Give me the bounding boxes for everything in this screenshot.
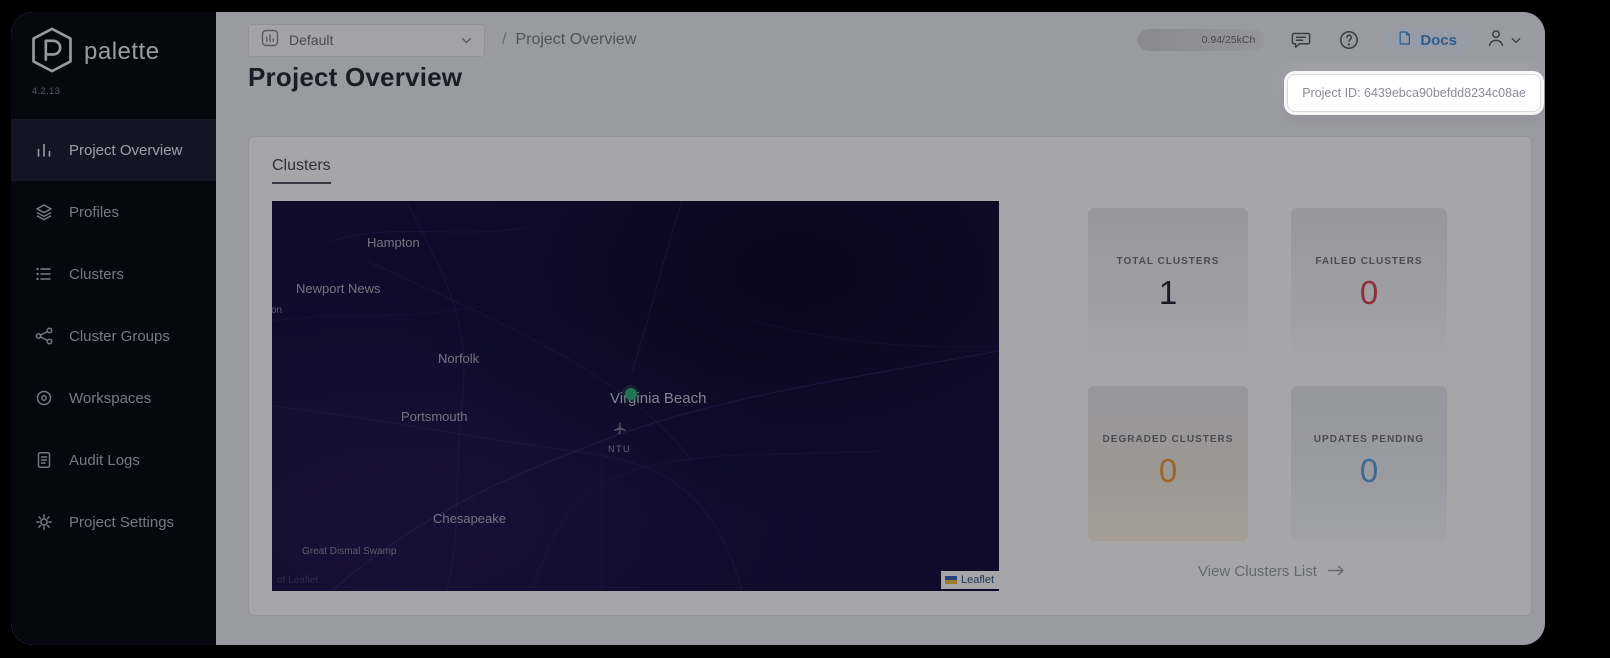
usage-badge[interactable]: 0.94/25kCh (1138, 29, 1266, 51)
stat-label: UPDATES PENDING (1313, 433, 1425, 445)
stat-value: 1 (1158, 273, 1178, 311)
workspace-icon (34, 388, 54, 408)
sidebar-item-label: Profiles (69, 203, 120, 221)
sidebar-nav: Project Overview Profiles Clusters Clust… (11, 119, 216, 553)
sidebar-item-profiles[interactable]: Profiles (11, 181, 216, 243)
logo[interactable]: palette (30, 26, 216, 79)
sidebar-item-label: Project Settings (69, 513, 175, 531)
stat-degraded-clusters: DEGRADED CLUSTERS 0 (1088, 386, 1248, 541)
sidebar-item-label: Project Overview (69, 141, 183, 159)
sidebar-item-label: Workspaces (69, 389, 152, 407)
stat-value: 0 (1359, 273, 1379, 311)
sidebar-item-label: Cluster Groups (69, 327, 170, 345)
chat-icon[interactable] (1289, 28, 1313, 52)
document-icon (34, 450, 54, 470)
clusters-card: Clusters Hampton Newport News lt (248, 136, 1532, 616)
airport-icon (613, 422, 626, 435)
map-label-portsmouth: Portsmouth (401, 409, 468, 424)
stat-label: FAILED CLUSTERS (1315, 255, 1423, 267)
map-label-hampton: Hampton (367, 235, 420, 250)
leaflet-attribution: Leaflet (941, 571, 999, 589)
sidebar-item-clusters[interactable]: Clusters (11, 243, 216, 305)
project-id-tooltip: Project ID: 6439ebca90befdd8234c08ae (1287, 74, 1541, 112)
cluster-map-marker[interactable] (625, 388, 637, 400)
stat-value: 0 (1359, 451, 1379, 489)
clusters-map[interactable]: Hampton Newport News lton Norfolk Virgin… (272, 201, 999, 591)
leaflet-flag-icon (945, 576, 957, 584)
sidebar-item-cluster-groups[interactable]: Cluster Groups (11, 305, 216, 367)
bar-chart-icon (34, 140, 54, 160)
stat-updates-pending: UPDATES PENDING 0 (1291, 386, 1447, 541)
layers-icon (34, 202, 54, 222)
sidebar-item-label: Clusters (69, 265, 125, 283)
sidebar-item-label: Audit Logs (69, 451, 140, 469)
breadcrumb-separator: / (502, 31, 507, 48)
project-selector-value: Default (289, 32, 334, 48)
docs-label: Docs (1420, 31, 1457, 49)
gear-icon (34, 512, 54, 532)
map-attribution-left: of Leaflet (277, 575, 319, 586)
user-menu[interactable] (1485, 27, 1521, 54)
app-name: palette (84, 38, 160, 65)
sidebar: palette 4.2.13 Project Overview Profiles (11, 12, 216, 645)
view-clusters-list-link[interactable]: View Clusters List (1198, 563, 1345, 580)
stat-failed-clusters: FAILED CLUSTERS 0 (1291, 208, 1447, 363)
view-clusters-list-label: View Clusters List (1198, 563, 1317, 580)
map-label-norfolk: Norfolk (438, 351, 480, 366)
page-title: Project Overview (248, 62, 463, 92)
sidebar-item-project-settings[interactable]: Project Settings (11, 491, 216, 553)
stat-label: DEGRADED CLUSTERS (1102, 433, 1234, 445)
leaflet-link[interactable]: Leaflet (961, 574, 994, 586)
map-label-chesapeake: Chesapeake (433, 511, 506, 526)
map-label-ntu: NTU (608, 444, 631, 454)
mini-chart-icon (261, 29, 279, 52)
cluster-stats: TOTAL CLUSTERS 1 FAILED CLUSTERS 0 DEGRA… (1088, 208, 1447, 541)
stat-label: TOTAL CLUSTERS (1116, 255, 1220, 267)
topbar: Default / Project Overview 0.94/25kCh Do… (248, 22, 1521, 58)
stat-total-clusters: TOTAL CLUSTERS 1 (1088, 208, 1248, 363)
arrow-right-icon (1327, 563, 1345, 580)
app-window: palette 4.2.13 Project Overview Profiles (11, 12, 1545, 645)
project-selector-dropdown[interactable]: Default (248, 23, 485, 57)
sidebar-item-audit-logs[interactable]: Audit Logs (11, 429, 216, 491)
map-label-newport-news: Newport News (296, 281, 381, 296)
docs-button[interactable]: Docs (1383, 25, 1471, 55)
breadcrumb: Project Overview (515, 31, 637, 48)
help-icon[interactable] (1337, 28, 1361, 52)
map-label-lton: lton (272, 305, 283, 316)
palette-logo-icon (30, 26, 74, 79)
user-icon (1485, 27, 1507, 54)
docs-icon (1397, 30, 1413, 50)
sidebar-item-workspaces[interactable]: Workspaces (11, 367, 216, 429)
stat-value: 0 (1158, 451, 1178, 489)
clusters-heading: Clusters (272, 157, 331, 184)
chevron-down-icon (461, 31, 472, 49)
map-label-great-dismal-swamp: Great Dismal Swamp (302, 546, 397, 557)
network-icon (34, 326, 54, 346)
sidebar-item-project-overview[interactable]: Project Overview (11, 119, 216, 181)
chevron-down-icon (1511, 31, 1521, 49)
cluster-list-icon (34, 264, 54, 284)
app-version: 4.2.13 (32, 86, 61, 97)
